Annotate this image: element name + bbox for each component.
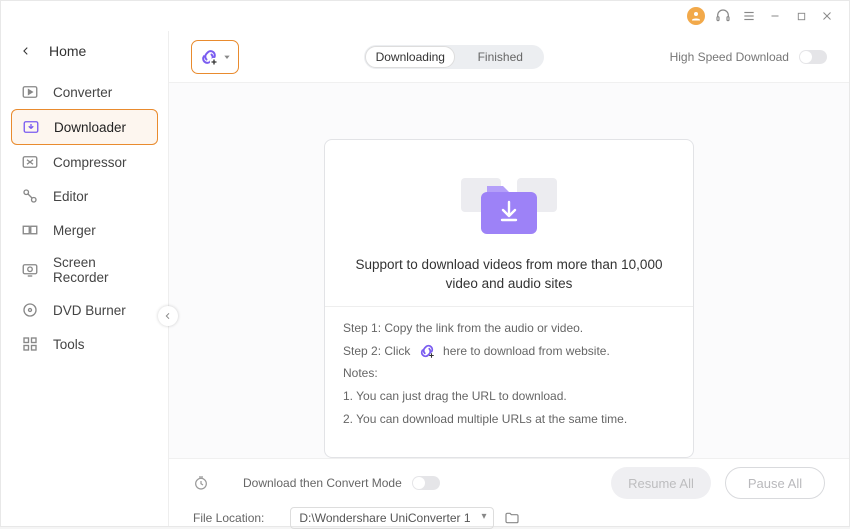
sidebar-item-downloader[interactable]: Downloader [11,109,158,145]
file-location-label: File Location: [193,511,264,525]
converter-icon [21,83,39,101]
sidebar-item-converter[interactable]: Converter [11,75,158,109]
toolbar: Downloading Finished High Speed Download [169,31,849,83]
convert-mode-row: Download then Convert Mode Resume All Pa… [193,467,825,499]
main-panel: Downloading Finished High Speed Download [169,31,849,526]
home-nav[interactable]: Home [1,35,168,73]
instructions: Step 1: Copy the link from the audio or … [325,317,693,431]
recorder-icon [21,261,39,279]
sidebar-item-label: DVD Burner [53,303,126,318]
tab-switcher: Downloading Finished [364,45,544,69]
note-2: 2. You can download multiple URLs at the… [343,408,675,431]
app-window: Home Converter Downloader Compressor Ed [0,0,850,527]
sidebar: Home Converter Downloader Compressor Ed [1,31,169,526]
minimize-icon[interactable] [767,8,783,24]
file-location-row: File Location: D:\Wondershare UniConvert… [193,507,825,529]
sidebar-item-label: Converter [53,85,112,100]
sidebar-item-label: Downloader [54,120,126,135]
card-title: Support to download videos from more tha… [325,256,693,294]
timer-icon[interactable] [193,475,209,491]
collapse-sidebar-button[interactable] [158,306,178,326]
file-location-select[interactable]: D:\Wondershare UniConverter 1 [290,507,493,529]
editor-icon [21,187,39,205]
sidebar-item-tools[interactable]: Tools [11,327,158,361]
sidebar-item-dvd-burner[interactable]: DVD Burner [11,293,158,327]
chevron-down-icon [223,53,231,61]
bottom-bar: Download then Convert Mode Resume All Pa… [169,458,849,526]
empty-state-card: Support to download videos from more tha… [324,139,694,458]
sidebar-item-label: Merger [53,223,96,238]
downloader-icon [22,118,40,136]
dvd-icon [21,301,39,319]
convert-mode-toggle[interactable] [412,476,440,490]
tools-icon [21,335,39,353]
sidebar-item-label: Screen Recorder [53,255,148,285]
note-1: 1. You can just drag the URL to download… [343,385,675,408]
divider [325,306,693,307]
link-add-icon [199,47,219,67]
user-avatar-icon[interactable] [687,7,705,25]
merger-icon [21,221,39,239]
tab-downloading[interactable]: Downloading [365,46,455,68]
sidebar-item-editor[interactable]: Editor [11,179,158,213]
headset-help-icon[interactable] [715,8,731,24]
sidebar-item-screen-recorder[interactable]: Screen Recorder [11,247,158,293]
sidebar-item-compressor[interactable]: Compressor [11,145,158,179]
home-label: Home [49,43,86,59]
resume-all-button[interactable]: Resume All [611,467,711,499]
high-speed-download-row: High Speed Download [670,50,827,64]
tab-finished[interactable]: Finished [456,45,544,69]
download-illustration-icon [325,164,693,244]
menu-icon[interactable] [741,8,757,24]
content-area: Support to download videos from more tha… [169,83,849,458]
sidebar-item-label: Editor [53,189,88,204]
close-icon[interactable] [819,8,835,24]
open-folder-icon[interactable] [504,510,520,526]
sidebar-item-label: Compressor [53,155,127,170]
convert-mode-label: Download then Convert Mode [243,476,402,490]
high-speed-label: High Speed Download [670,50,789,64]
link-add-icon [418,342,436,360]
compressor-icon [21,153,39,171]
titlebar [1,1,849,31]
back-icon [21,46,31,56]
maximize-icon[interactable] [793,8,809,24]
sidebar-item-label: Tools [53,337,85,352]
notes-label: Notes: [343,362,675,385]
sidebar-item-merger[interactable]: Merger [11,213,158,247]
high-speed-toggle[interactable] [799,50,827,64]
step-1: Step 1: Copy the link from the audio or … [343,317,675,340]
action-buttons: Resume All Pause All [611,467,825,499]
step-2: Step 2: Click here to download from webs… [343,340,675,363]
add-download-button[interactable] [191,40,239,74]
pause-all-button[interactable]: Pause All [725,467,825,499]
